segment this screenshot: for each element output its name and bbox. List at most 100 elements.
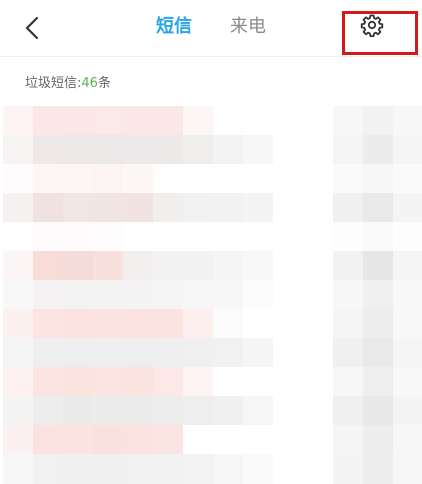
mosaic-block: [333, 338, 363, 368]
mosaic-block: [213, 309, 243, 339]
mosaic-block: [363, 251, 393, 281]
mosaic-block: [3, 164, 33, 194]
mosaic-block: [303, 222, 333, 252]
mosaic-block: [273, 251, 303, 281]
mosaic-block: [153, 222, 183, 252]
tab-sms[interactable]: 短信: [156, 15, 192, 39]
mosaic-block: [303, 164, 333, 194]
spam-count: 46: [81, 76, 98, 91]
pixelated-message-row[interactable]: [0, 135, 422, 165]
mosaic-block: [33, 222, 63, 252]
summary-unit: 条: [97, 76, 111, 91]
pixelated-message-row[interactable]: [0, 309, 422, 339]
mosaic-block: [153, 251, 183, 281]
mosaic-block: [93, 193, 123, 223]
pixelated-message-row[interactable]: [0, 193, 422, 223]
mosaic-block: [93, 367, 123, 397]
mosaic-block: [333, 106, 363, 136]
mosaic-block: [363, 367, 393, 397]
mosaic-block: [393, 193, 422, 223]
mosaic-block: [243, 367, 273, 397]
mosaic-block: [183, 338, 213, 368]
mosaic-block: [153, 425, 183, 455]
back-button[interactable]: [12, 12, 52, 44]
mosaic-block: [363, 280, 393, 310]
mosaic-block: [63, 251, 93, 281]
mosaic-block: [243, 425, 273, 455]
mosaic-block: [3, 222, 33, 252]
mosaic-block: [393, 425, 422, 455]
mosaic-block: [183, 396, 213, 426]
mosaic-block: [243, 135, 273, 165]
mosaic-block: [63, 425, 93, 455]
mosaic-block: [243, 193, 273, 223]
mosaic-block: [273, 280, 303, 310]
mosaic-block: [3, 135, 33, 165]
tab-calls[interactable]: 来电: [230, 15, 266, 39]
mosaic-block: [123, 164, 153, 194]
pixelated-message-row[interactable]: [0, 396, 422, 426]
mosaic-block: [123, 309, 153, 339]
mosaic-block: [213, 251, 243, 281]
mosaic-block: [183, 222, 213, 252]
mosaic-block: [153, 135, 183, 165]
mosaic-block: [183, 135, 213, 165]
mosaic-block: [273, 222, 303, 252]
mosaic-block: [393, 396, 422, 426]
mosaic-block: [333, 396, 363, 426]
top-bar: 短信 来电: [0, 0, 422, 56]
mosaic-block: [123, 193, 153, 223]
mosaic-block: [93, 106, 123, 136]
mosaic-block: [273, 106, 303, 136]
mosaic-block: [153, 193, 183, 223]
pixelated-message-row[interactable]: [0, 222, 422, 252]
pixelated-message-row[interactable]: [0, 425, 422, 455]
mosaic-block: [183, 164, 213, 194]
pixelated-message-row[interactable]: [0, 106, 422, 136]
mosaic-block: [3, 251, 33, 281]
mosaic-block: [393, 338, 422, 368]
mosaic-block: [243, 106, 273, 136]
mosaic-block: [123, 106, 153, 136]
mosaic-block: [33, 193, 63, 223]
mosaic-block: [393, 367, 422, 397]
mosaic-block: [63, 367, 93, 397]
mosaic-block: [273, 193, 303, 223]
mosaic-block: [123, 135, 153, 165]
mosaic-block: [333, 222, 363, 252]
mosaic-block: [93, 222, 123, 252]
pixelated-message-row[interactable]: [0, 367, 422, 397]
mosaic-block: [123, 222, 153, 252]
settings-button[interactable]: [342, 11, 418, 55]
gear-icon: [360, 14, 384, 37]
mosaic-block: [243, 164, 273, 194]
mosaic-block: [93, 309, 123, 339]
mosaic-block: [153, 367, 183, 397]
mosaic-block: [3, 425, 33, 455]
pixelated-message-row[interactable]: [0, 338, 422, 368]
pixelated-message-row[interactable]: [0, 280, 422, 310]
mosaic-block: [93, 425, 123, 455]
mosaic-block: [363, 338, 393, 368]
pixelated-message-row[interactable]: [0, 164, 422, 194]
mosaic-block: [333, 251, 363, 281]
mosaic-block: [3, 396, 33, 426]
mosaic-block: [63, 222, 93, 252]
pixelated-message-row[interactable]: [0, 251, 422, 281]
mosaic-block: [183, 309, 213, 339]
message-list[interactable]: [0, 106, 422, 484]
mosaic-block: [303, 367, 333, 397]
mosaic-block: [273, 135, 303, 165]
mosaic-block: [3, 106, 33, 136]
mosaic-block: [363, 425, 393, 455]
mosaic-block: [243, 309, 273, 339]
mosaic-block: [183, 425, 213, 455]
mosaic-block: [33, 106, 63, 136]
mosaic-block: [393, 164, 422, 194]
mosaic-block: [3, 338, 33, 368]
mosaic-block: [273, 396, 303, 426]
mosaic-block: [93, 280, 123, 310]
mosaic-block: [333, 367, 363, 397]
mosaic-block: [333, 135, 363, 165]
mosaic-block: [183, 367, 213, 397]
